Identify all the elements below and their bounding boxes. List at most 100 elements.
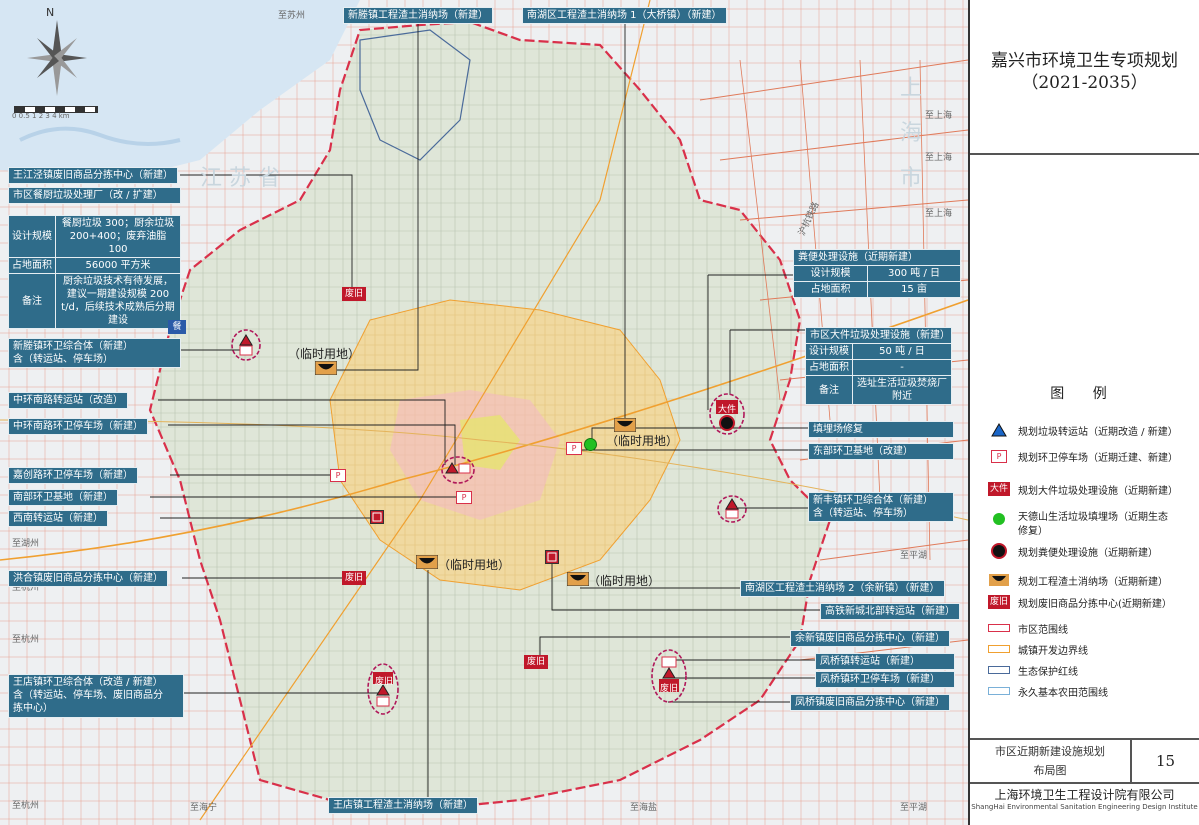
transfer-station-icon[interactable] [370, 510, 384, 524]
legend-label: 规划环卫停车场（近期迁建、新建） [1018, 452, 1178, 464]
xinfeng-complex-icon[interactable] [716, 494, 748, 524]
temp-land-label: （临时用地） [438, 558, 511, 572]
callout-xinan-transfer[interactable]: 西南转运站（新建） [8, 510, 108, 527]
construction-waste-icon[interactable] [416, 555, 438, 569]
region-label-shang: 上 [900, 76, 923, 101]
callout-bulky-title[interactable]: 市区大件垃圾处理设施（新建） [805, 327, 952, 344]
callout-line: 新丰镇环卫综合体（新建） [813, 495, 933, 506]
callout-gaotie-transfer[interactable]: 高铁新城北部转运站（新建） [820, 603, 960, 620]
transfer-station-icon[interactable] [545, 550, 559, 564]
callout-fengqiao-recycle[interactable]: 凤桥镇废旧商品分拣中心（新建） [790, 694, 950, 711]
table-value: 厨余垃圾技术有待发展，建议一期建设规模 200 t/d，后续技术成熟后分期建设 [55, 273, 181, 329]
plan-title-line1: 嘉兴市环境卫生专项规划 [991, 51, 1178, 71]
callout-jiachuang-parking[interactable]: 嘉创路环卫停车场（新建） [8, 467, 138, 484]
temp-land-label: （临时用地） [288, 347, 361, 361]
legend-item: P 规划环卫停车场（近期迁建、新建） [988, 447, 1178, 465]
bulky-table: 设计规模 50 吨 / 日 占地面积 - 备注 选址生活垃圾焚烧厂附近 [805, 343, 952, 405]
table-key: 设计规模 [792, 265, 869, 282]
callout-xinfeng-complex[interactable]: 新丰镇环卫综合体（新建） 含（转运站、停车场） [808, 492, 954, 522]
legend-item: 市区范围线 [988, 619, 1068, 637]
recycling-center-icon[interactable]: 废旧 [524, 655, 548, 669]
place-label: 至苏州 [278, 11, 306, 21]
legend-item: 天德山生活垃圾填埋场（近期生态 修复） [988, 511, 1168, 541]
scale-label: 0 0.5 1 2 3 4 km [12, 112, 70, 120]
icon-text: 废旧 [374, 677, 393, 687]
construction-waste-icon[interactable] [614, 418, 636, 432]
construction-bowl-icon [989, 574, 1009, 586]
callout-zhonghuan-parking[interactable]: 中环南路环卫停车场（新建） [8, 418, 148, 435]
parking-icon[interactable]: P [566, 442, 582, 455]
fecal-table: 设计规模 300 吨 / 日 占地面积 15 亩 [792, 265, 961, 298]
parking-icon[interactable]: P [456, 491, 472, 504]
place-label: 至海盐 [630, 803, 658, 813]
map-canvas[interactable]: 江 苏 省 上 海 市 至苏州 至上海 至上海 至上海 至湖州 至杭州 至杭州 … [0, 0, 970, 825]
city-boundary-icon [988, 624, 1010, 632]
construction-waste-icon[interactable] [567, 572, 589, 586]
temp-land-label: （临时用地） [588, 574, 661, 588]
callout-nanhu-waste-1[interactable]: 南湖区工程渣土消纳场 1（大桥镇）（新建） [522, 7, 727, 24]
legend-item: 废旧 规划废旧商品分拣中心(近期新建） [988, 593, 1172, 611]
region-label-shi: 市 [900, 166, 923, 191]
legend-title: 图 例 [1050, 386, 1119, 402]
place-label: 至上海 [925, 153, 953, 163]
province-label-jiangsu: 江 苏 省 [200, 166, 280, 191]
landfill-icon[interactable] [584, 438, 597, 451]
urban-boundary-icon [988, 645, 1010, 653]
table-value: 56000 平方米 [55, 257, 181, 274]
plan-title: 嘉兴市环境卫生专项规划 （2021-2035） [970, 50, 1199, 94]
legend-label: 市区范围线 [1018, 624, 1068, 636]
callout-dongbu-base[interactable]: 东部环卫基地（改建） [808, 443, 954, 460]
legend-item: 规划粪便处理设施（近期新建） [988, 542, 1158, 560]
legend-label: 城镇开发边界线 [1018, 645, 1088, 657]
zhonghuan-complex-icon[interactable] [440, 455, 476, 485]
callout-kitchen-plant-title[interactable]: 市区餐厨垃圾处理厂（改 / 扩建） [8, 187, 181, 204]
callout-honghe-recycle[interactable]: 洪合镇废旧商品分拣中心（新建） [8, 570, 168, 587]
callout-fengqiao-parking[interactable]: 凤桥镇环卫停车场（新建） [815, 671, 955, 688]
xinsheng-complex-icon[interactable] [230, 328, 262, 362]
callout-xinsheng-waste[interactable]: 新塍镇工程渣土消纳场（新建） [343, 7, 493, 24]
fengqiao-complex-icon[interactable] [650, 648, 688, 704]
place-label: 至杭州 [12, 801, 40, 811]
ecological-redline-icon [988, 666, 1010, 674]
callout-line: 新塍镇环卫综合体（新建） [13, 341, 133, 352]
legend-item: 城镇开发边界线 [988, 640, 1088, 658]
construction-waste-icon[interactable] [315, 361, 337, 375]
institute-block: 上海环境卫生工程设计院有限公司 ShangHai Environmental S… [970, 786, 1199, 811]
callout-wangjiangjing-recycle[interactable]: 王江泾镇废旧商品分拣中心（新建） [8, 167, 178, 184]
sheet-number: 15 [1155, 752, 1176, 770]
table-value: - [852, 359, 952, 376]
callout-fecal-title[interactable]: 粪便处理设施（近期新建） [793, 249, 961, 266]
table-key: 占地面积 [805, 359, 853, 376]
callout-fengqiao-transfer[interactable]: 凤桥镇转运站（新建） [815, 653, 955, 670]
callout-wangdian-waste[interactable]: 王店镇工程渣土消纳场（新建） [328, 797, 478, 814]
kitchen-plant-icon[interactable]: 餐 [168, 320, 186, 334]
wangdian-complex-icon[interactable] [366, 662, 400, 716]
legend-item: 永久基本农田范围线 [988, 682, 1108, 700]
table-key: 占地面积 [792, 281, 869, 298]
table-value: 选址生活垃圾焚烧厂附近 [852, 375, 952, 405]
plan-title-line2: （2021-2035） [1021, 73, 1148, 93]
callout-landfill-repair[interactable]: 填埋场修复 [808, 421, 954, 438]
place-label: 至平湖 [900, 803, 928, 813]
recycling-center-icon[interactable]: 废旧 [342, 571, 366, 585]
place-label: 至湖州 [12, 539, 40, 549]
callout-line: 含（转运站、停车场） [813, 508, 913, 519]
farmland-line-icon [988, 687, 1010, 695]
callout-nanhu-waste-2[interactable]: 南湖区工程渣土消纳场 2（余新镇）（新建） [740, 580, 945, 597]
table-value: 15 亩 [867, 281, 961, 298]
title-panel: 嘉兴市环境卫生专项规划 （2021-2035） 图 例 规划垃圾转运站（近期改造… [970, 0, 1199, 825]
bulky-waste-icon: 大件 [988, 482, 1010, 496]
transfer-triangle-icon [991, 423, 1007, 437]
recycling-center-icon[interactable]: 废旧 [342, 287, 366, 301]
legend-label-line: 修复） [1018, 526, 1048, 537]
callout-xinsheng-complex[interactable]: 新塍镇环卫综合体（新建） 含（转运站、停车场） [8, 338, 181, 368]
callout-line: 含（转运站、停车场） [13, 354, 113, 365]
callout-yuxin-recycle[interactable]: 余新镇废旧商品分拣中心（新建） [790, 630, 950, 647]
fecal-dot-icon [991, 543, 1007, 559]
callout-nanbu-base[interactable]: 南部环卫基地（新建） [8, 489, 118, 506]
place-label: 至上海 [925, 209, 953, 219]
parking-icon[interactable]: P [330, 469, 346, 482]
icon-text: 大件 [717, 405, 736, 415]
callout-zhonghuan-transfer[interactable]: 中环南路转运站（改造） [8, 392, 128, 409]
callout-wangdian-complex[interactable]: 王店镇环卫综合体（改造 / 新建） 含（转运站、停车场、废旧商品分 拣中心） [8, 674, 184, 718]
